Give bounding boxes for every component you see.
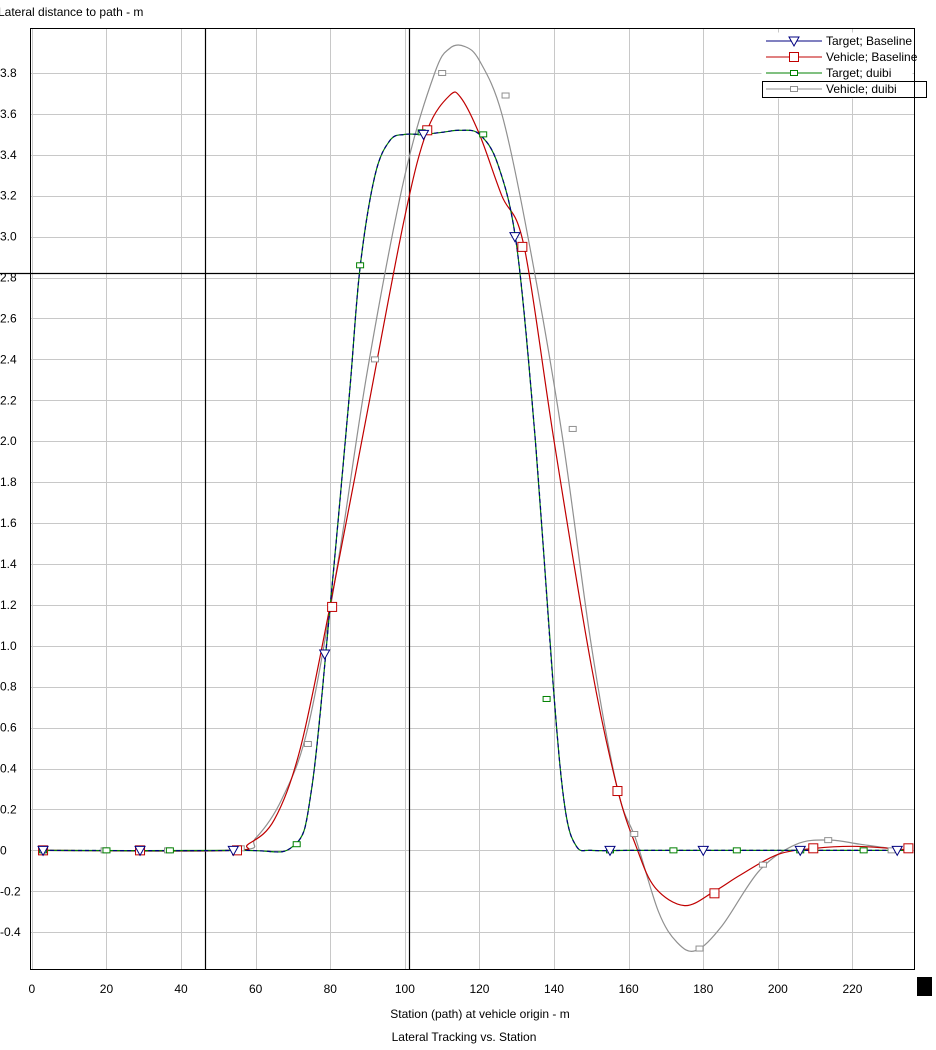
x-tick-label: 60 <box>249 982 263 996</box>
x-tick-label: 120 <box>469 982 489 996</box>
x-tick-label: 200 <box>768 982 788 996</box>
chart-background <box>0 0 936 1050</box>
y-tick-label: -0.4 <box>0 925 21 939</box>
y-tick-label: 1.0 <box>0 639 17 653</box>
y-tick-label: 3.0 <box>0 230 17 244</box>
x-tick-label: 20 <box>100 982 114 996</box>
y-tick-label: 1.2 <box>0 598 17 612</box>
y-tick-label: 0.4 <box>0 762 17 776</box>
x-tick-label: 100 <box>395 982 415 996</box>
y-tick-label: 1.6 <box>0 516 17 530</box>
series-marker <box>542 695 551 702</box>
legend-label: Target; duibi <box>826 66 891 80</box>
y-tick-label: 0.2 <box>0 802 17 816</box>
series-marker <box>709 888 720 899</box>
lateral-tracking-chart: 0 20 40 60 80 100 120 140 160 180 200 220 -0.4 -0.2 0… <box>0 0 936 1050</box>
series-marker <box>356 262 365 269</box>
series-marker <box>438 70 447 77</box>
x-tick-label: 140 <box>544 982 564 996</box>
series-marker <box>612 786 623 797</box>
y-tick-label: 2.4 <box>0 352 17 366</box>
legend-label: Vehicle; Baseline <box>826 50 918 64</box>
legend-label: Vehicle; duibi <box>826 82 897 96</box>
y-tick-label: 0.8 <box>0 680 17 694</box>
x-tick-label: 220 <box>842 982 862 996</box>
legend-marker <box>789 52 799 62</box>
y-tick-label: 1.4 <box>0 557 17 571</box>
y-tick-label: 2.2 <box>0 393 17 407</box>
legend-marker <box>790 70 798 76</box>
y-tick-label: 3.8 <box>0 66 17 80</box>
legend: Target; Baseline Vehicle; Baseline Target;… <box>761 32 927 99</box>
x-tick-label: 160 <box>619 982 639 996</box>
y-tick-label: 3.4 <box>0 148 17 162</box>
y-tick-label: 2.6 <box>0 311 17 325</box>
series-marker <box>824 837 833 844</box>
legend-label: Target; Baseline <box>826 34 912 48</box>
y-tick-label: -0.2 <box>0 884 21 898</box>
series-marker <box>102 847 111 854</box>
y-tick-label: 3.6 <box>0 107 17 121</box>
series-marker <box>695 945 704 952</box>
series-marker <box>808 843 819 854</box>
series-marker <box>501 92 510 99</box>
series-marker <box>327 601 338 612</box>
y-axis-title: Lateral distance to path - m <box>0 5 143 19</box>
x-axis-title: Station (path) at vehicle origin - m <box>390 1007 569 1021</box>
series-marker <box>292 841 301 848</box>
chart-title: Lateral Tracking vs. Station <box>392 1030 537 1044</box>
series-marker <box>630 830 639 837</box>
series-marker <box>479 131 488 138</box>
series-marker <box>371 356 380 363</box>
y-tick-label: 2.0 <box>0 434 17 448</box>
x-tick-label: 80 <box>324 982 338 996</box>
y-tick-label: 1.8 <box>0 475 17 489</box>
series-marker <box>758 861 767 868</box>
x-tick-label: 180 <box>693 982 713 996</box>
series-marker <box>859 847 868 854</box>
series-marker <box>669 847 678 854</box>
series-marker <box>732 847 741 854</box>
scroll-handle[interactable] <box>917 977 932 996</box>
series-marker <box>517 241 528 252</box>
y-tick-label: 0 <box>0 843 7 857</box>
x-tick-label: 40 <box>174 982 188 996</box>
x-tick-label: 0 <box>29 982 36 996</box>
series-marker <box>903 843 914 854</box>
y-tick-label: 0.6 <box>0 721 17 735</box>
series-marker <box>165 847 174 854</box>
legend-marker <box>790 86 798 92</box>
y-tick-label: 3.2 <box>0 189 17 203</box>
series-marker <box>568 425 577 432</box>
y-tick-label: 2.8 <box>0 271 17 285</box>
series-marker <box>303 740 312 747</box>
